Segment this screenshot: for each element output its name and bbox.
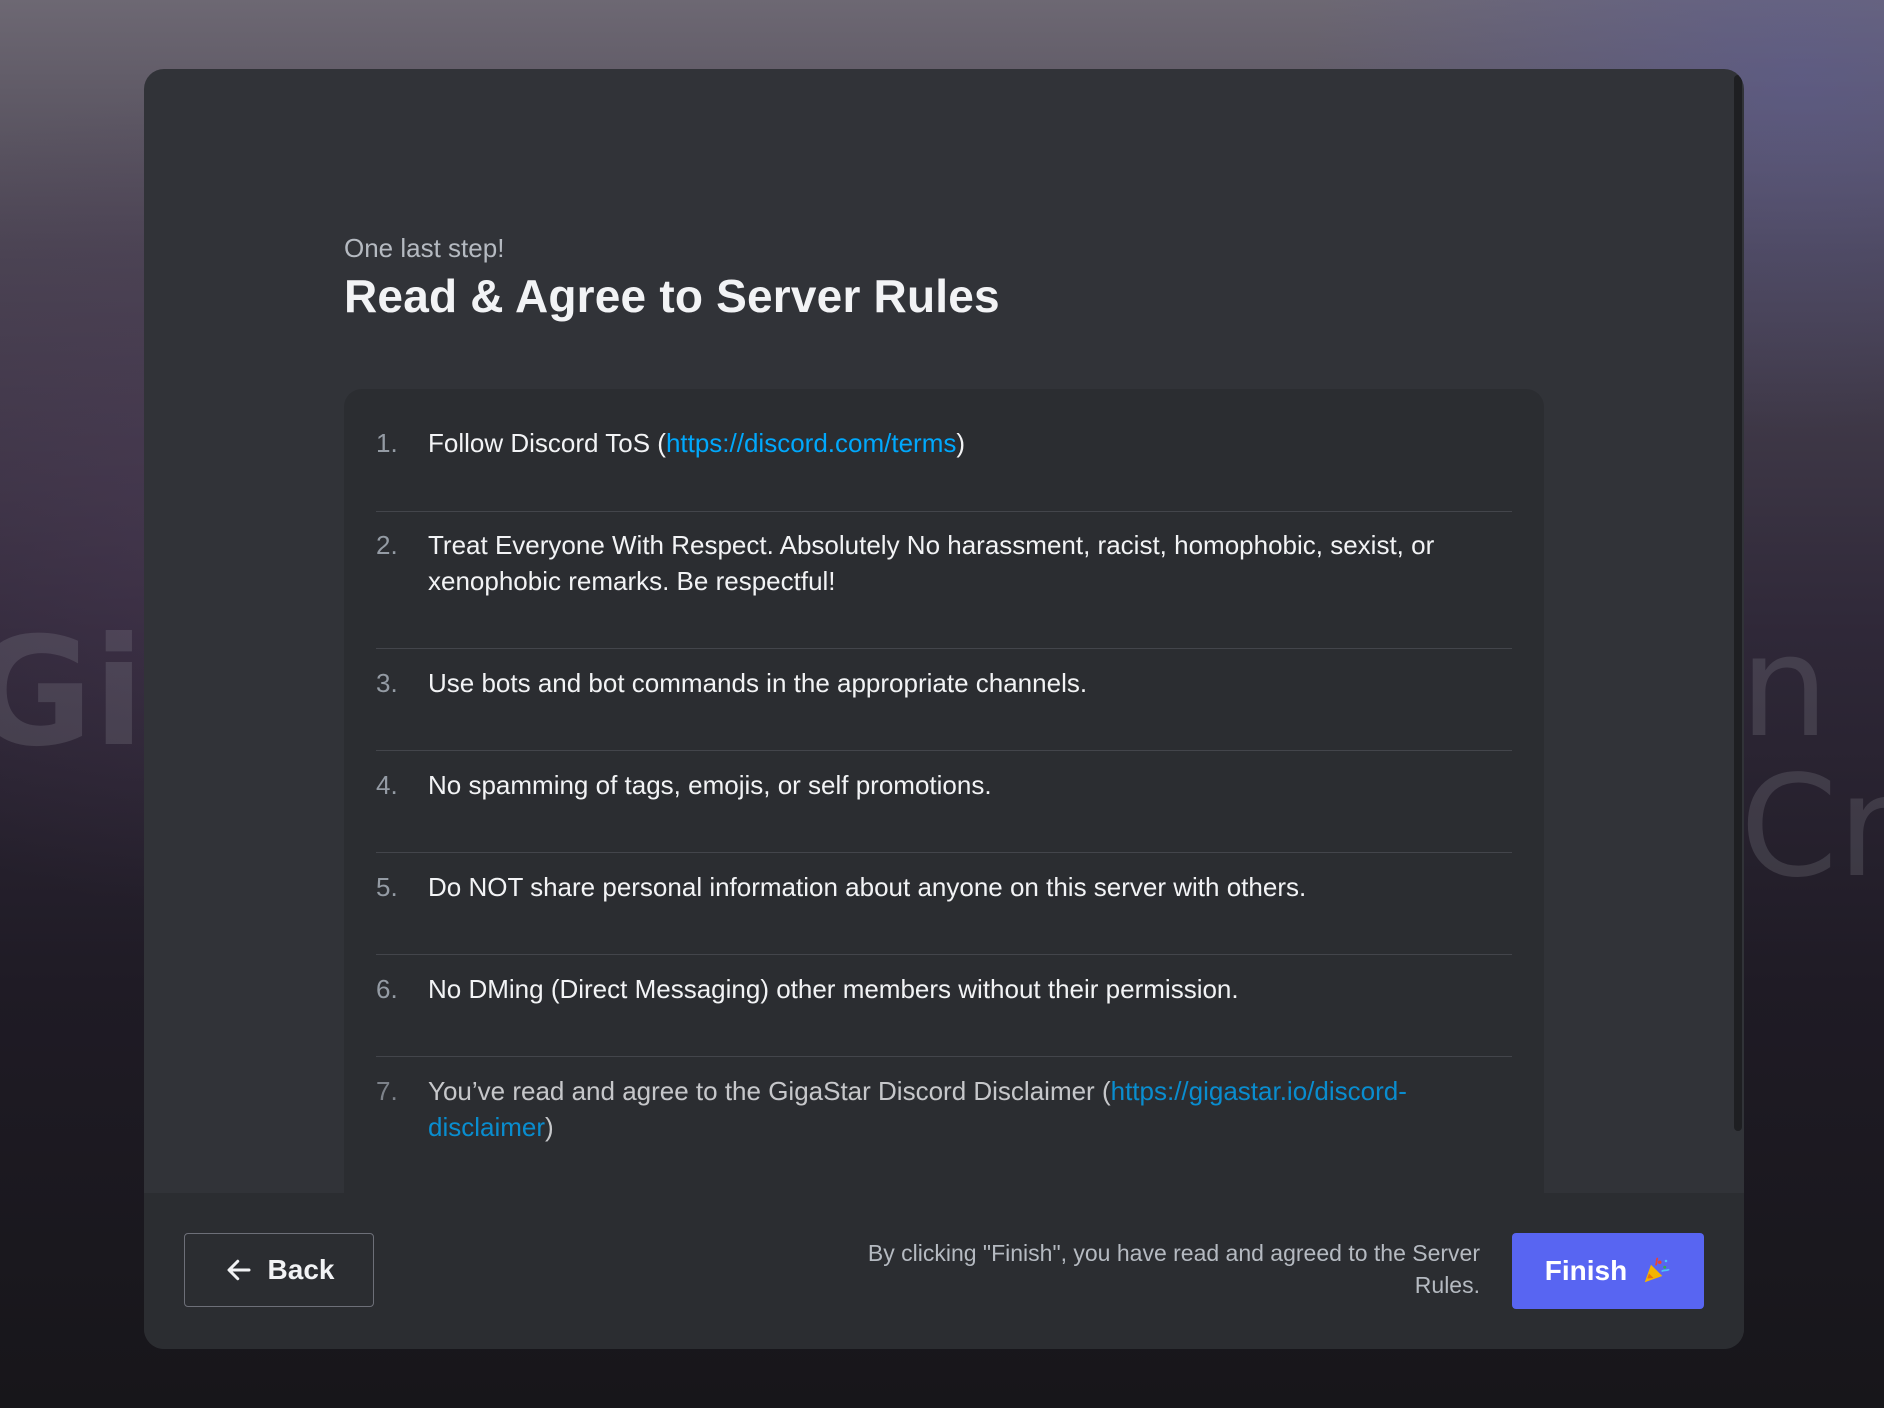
rule-text: Treat Everyone With Respect. Absolutely … (428, 530, 1435, 596)
rule-item-3: 3. Use bots and bot commands in the appr… (376, 665, 1512, 701)
rule-number: 5. (376, 872, 398, 902)
rule-text: Follow Discord ToS (https://discord.com/… (428, 425, 1512, 461)
rules-list: 1. Follow Discord ToS (https://discord.c… (344, 389, 1544, 1231)
rule-item-1: 1. Follow Discord ToS (https://discord.c… (376, 425, 1512, 461)
agreement-note: By clicking "Finish", you have read and … (867, 1240, 1480, 1298)
back-button[interactable]: Back (184, 1233, 374, 1307)
rule-item-2: 2. Treat Everyone With Respect. Absolute… (376, 527, 1512, 599)
rule-text-after: ) (545, 1112, 554, 1142)
discord-terms-link[interactable]: https://discord.com/terms (666, 428, 956, 458)
modal-footer: Back By clicking "Finish", you have read… (144, 1193, 1744, 1349)
rule-number: 4. (376, 770, 398, 800)
rule-item-7: 7. You’ve read and agree to the GigaStar… (376, 1073, 1512, 1145)
rule-item-4: 4. No spamming of tags, emojis, or self … (376, 767, 1512, 803)
party-popper-icon (1644, 1257, 1670, 1283)
rule-number: 6. (376, 974, 398, 1004)
scrollbar-thumb[interactable] (1734, 75, 1742, 1131)
rule-item-5: 5. Do NOT share personal information abo… (376, 869, 1512, 905)
rule-text: Do NOT share personal information about … (428, 872, 1307, 902)
server-rules-modal: One last step! Read & Agree to Server Ru… (144, 69, 1744, 1349)
rule-divider (376, 954, 1512, 955)
rule-text: No spamming of tags, emojis, or self pro… (428, 770, 992, 800)
back-button-label: Back (267, 1254, 335, 1285)
rule-divider (376, 648, 1512, 649)
rule-divider (376, 1056, 1512, 1057)
rule-number: 3. (376, 668, 398, 698)
modal-scrollbar[interactable] (1734, 69, 1744, 1131)
rule-text-after: ) (956, 428, 966, 458)
rule-divider (376, 852, 1512, 853)
step-eyebrow: One last step! (344, 233, 505, 263)
arrow-left-icon (227, 1259, 251, 1281)
finish-button-label: Finish (1544, 1255, 1628, 1286)
rule-text: Use bots and bot commands in the appropr… (428, 668, 1088, 698)
rule-divider (376, 750, 1512, 751)
rule-number: 2. (376, 530, 398, 560)
rule-text: You’ve read and agree to the GigaStar Di… (428, 1073, 1512, 1145)
rule-item-6: 6. No DMing (Direct Messaging) other mem… (376, 971, 1512, 1007)
modal-title: Read & Agree to Server Rules (344, 270, 1000, 322)
rule-divider (376, 511, 1512, 512)
rule-text-before: You’ve read and agree to the GigaStar Di… (428, 1076, 1111, 1106)
rule-text-before: Follow Discord ToS ( (428, 428, 666, 458)
background-server-name-right: n Cr (1740, 606, 1884, 909)
rule-text: No DMing (Direct Messaging) other member… (428, 974, 1239, 1004)
finish-button[interactable]: Finish (1512, 1233, 1704, 1309)
rule-number: 7. (376, 1076, 398, 1106)
rule-number: 1. (376, 428, 398, 458)
